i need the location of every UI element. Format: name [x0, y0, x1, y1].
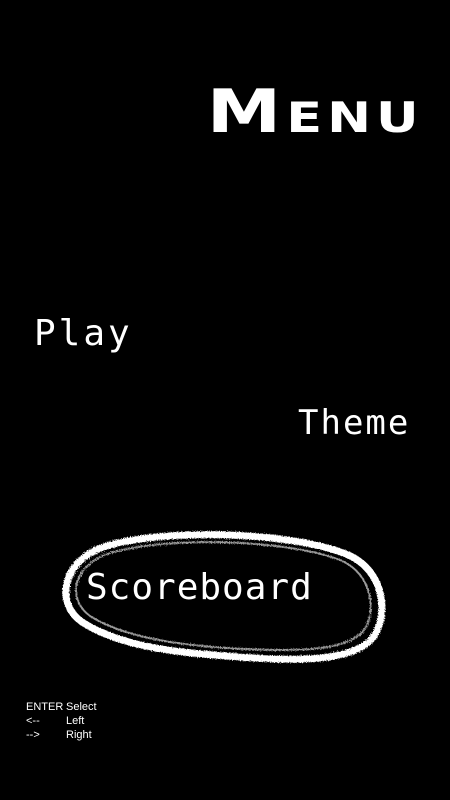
menu-item-scoreboard[interactable]: Scoreboard: [86, 570, 313, 606]
control-action: Left: [66, 715, 85, 727]
menu-item-theme[interactable]: Theme: [298, 406, 410, 440]
control-row: <-- Left: [26, 714, 97, 728]
control-action: Right: [66, 729, 92, 741]
menu-item-play[interactable]: Play: [34, 316, 133, 352]
control-key: ENTER: [26, 701, 64, 713]
control-action: Select: [66, 701, 97, 713]
control-key: <--: [26, 715, 40, 727]
controls-legend: ENTER Select <-- Left --> Right: [26, 700, 97, 742]
control-row: --> Right: [26, 728, 97, 742]
control-row: ENTER Select: [26, 700, 97, 714]
menu-title: Menu: [206, 77, 424, 147]
control-key: -->: [26, 729, 40, 741]
